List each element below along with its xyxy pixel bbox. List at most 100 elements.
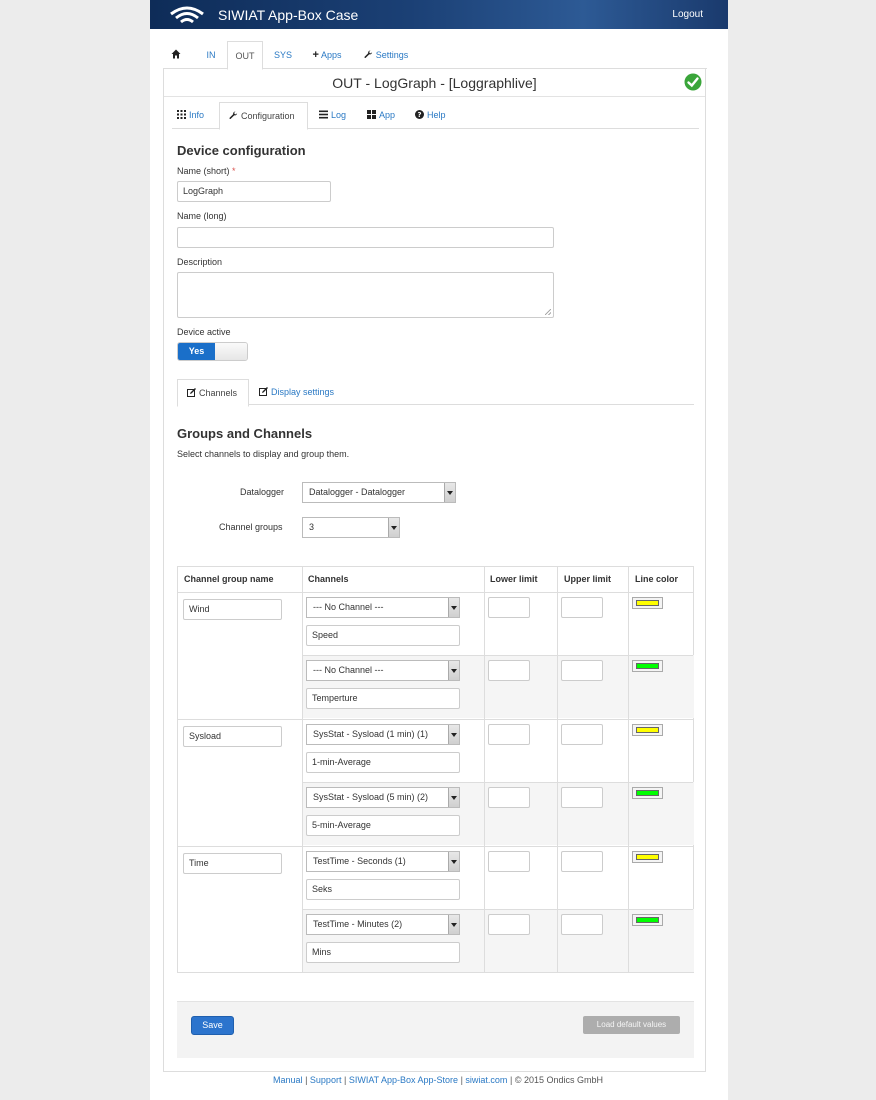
th-large-icon (367, 110, 376, 119)
tab-home[interactable] (163, 41, 189, 69)
footer-link-siwiat[interactable]: siwiat.com (465, 1075, 507, 1085)
lower-limit-input[interactable] (488, 914, 530, 935)
description-textarea[interactable] (177, 272, 554, 318)
channel-label-input[interactable]: Temperture (306, 688, 460, 709)
footer-link-app-store[interactable]: SIWIAT App-Box App-Store (349, 1075, 458, 1085)
lower-limit-input[interactable] (488, 660, 530, 681)
tab-apps[interactable]: + Apps (305, 41, 349, 69)
name-long-input[interactable] (177, 227, 554, 248)
channel-groups-label: Channel groups (219, 522, 283, 532)
question-circle-icon: ? (415, 110, 424, 119)
col-header-group-name: Channel group name (184, 574, 274, 584)
upper-limit-input[interactable] (561, 787, 603, 808)
lower-limit-input[interactable] (488, 597, 530, 618)
wifi-logo-icon (170, 6, 204, 24)
channel-select[interactable]: --- No Channel --- (306, 660, 460, 681)
line-color-picker[interactable] (632, 787, 663, 799)
tab-info[interactable]: Info (177, 102, 221, 129)
line-color-picker[interactable] (632, 660, 663, 672)
color-swatch-fill (636, 727, 659, 733)
group-name-input[interactable]: Wind (183, 599, 282, 620)
channel-label-input[interactable]: Seks (306, 879, 460, 900)
dropdown-arrow-icon (448, 788, 459, 807)
channel-select[interactable]: TestTime - Seconds (1) (306, 851, 460, 872)
tab-app[interactable]: App (367, 102, 403, 129)
line-color-picker[interactable] (632, 851, 663, 863)
panel-title-text: OUT - LogGraph - [Loggraphlive] (332, 75, 537, 91)
line-color-picker[interactable] (632, 724, 663, 736)
datalogger-select[interactable]: Datalogger - Datalogger (302, 482, 456, 503)
col-header-upper-limit: Upper limit (564, 574, 612, 584)
row-divider (303, 782, 693, 783)
color-swatch-fill (636, 790, 659, 796)
top-nav-tabs: IN OUT SYS + Apps Settings (163, 41, 707, 70)
lower-limit-input[interactable] (488, 787, 530, 808)
load-default-values-button[interactable]: Load default values (583, 1016, 680, 1034)
channel-groups-select[interactable]: 3 (302, 517, 400, 538)
channel-label-input[interactable]: 5-min-Average (306, 815, 460, 836)
row-divider (303, 909, 693, 910)
tab-display-settings[interactable]: Display settings (259, 379, 351, 406)
page-footer: Manual | Support | SIWIAT App-Box App-St… (0, 1075, 876, 1085)
dropdown-arrow-icon (444, 483, 455, 502)
channel-label-input[interactable]: Mins (306, 942, 460, 963)
footer-separator: | (305, 1075, 308, 1085)
check-circle-icon (684, 73, 702, 91)
logout-link[interactable]: Logout (672, 9, 703, 20)
channel-select[interactable]: --- No Channel --- (306, 597, 460, 618)
tab-help[interactable]: ? Help (415, 102, 455, 129)
panel-title: OUT - LogGraph - [Loggraphlive] (164, 69, 705, 97)
channel-select-value: TestTime - Minutes (2) (313, 919, 403, 929)
color-swatch-fill (636, 663, 659, 669)
channel-select[interactable]: SysStat - Sysload (5 min) (2) (306, 787, 460, 808)
device-active-toggle[interactable]: Yes (177, 342, 248, 361)
upper-limit-input[interactable] (561, 660, 603, 681)
tab-sys[interactable]: SYS (266, 41, 300, 69)
line-color-picker[interactable] (632, 597, 663, 609)
upper-limit-input[interactable] (561, 851, 603, 872)
edit-icon (187, 388, 196, 397)
channel-select[interactable]: SysStat - Sysload (1 min) (1) (306, 724, 460, 745)
tab-channels[interactable]: Channels (177, 379, 249, 407)
channel-label-input[interactable]: Speed (306, 625, 460, 646)
toggle-yes-label: Yes (178, 343, 215, 360)
home-icon (171, 49, 181, 59)
channel-label-input[interactable]: 1-min-Average (306, 752, 460, 773)
group-name-input[interactable]: Sysload (183, 726, 282, 747)
tab-log[interactable]: Log (319, 102, 355, 129)
tab-configuration[interactable]: Configuration (219, 102, 308, 130)
channel-settings-tabs: Channels Display settings (177, 379, 694, 407)
required-marker: * (232, 166, 236, 176)
tab-in[interactable]: IN (195, 41, 227, 69)
edit-icon (259, 387, 268, 396)
upper-limit-input[interactable] (561, 724, 603, 745)
resize-grip-icon[interactable] (545, 309, 551, 315)
save-button[interactable]: Save (191, 1016, 234, 1035)
group-name-input[interactable]: Time (183, 853, 282, 874)
lower-limit-input[interactable] (488, 724, 530, 745)
channel-select-value: --- No Channel --- (313, 665, 384, 675)
line-color-picker[interactable] (632, 914, 663, 926)
name-short-label: Name (short) * (177, 166, 236, 176)
lower-limit-input[interactable] (488, 851, 530, 872)
name-short-input[interactable]: LogGraph (177, 181, 331, 202)
row-divider (178, 592, 693, 593)
upper-limit-input[interactable] (561, 914, 603, 935)
footer-link-support[interactable]: Support (310, 1075, 342, 1085)
wrench-icon (229, 111, 238, 119)
upper-limit-input[interactable] (561, 597, 603, 618)
toggle-knob (215, 343, 247, 360)
footer-link-manual[interactable]: Manual (273, 1075, 303, 1085)
name-short-label-text: Name (short) (177, 166, 230, 176)
device-sub-tabs: Info Configuration Log App ? Help (172, 102, 699, 130)
tab-out[interactable]: OUT (227, 41, 263, 70)
channel-table: Channel group name Channels Lower limit … (177, 566, 694, 973)
name-long-label: Name (long) (177, 211, 227, 221)
channel-select[interactable]: TestTime - Minutes (2) (306, 914, 460, 935)
tab-settings-label: Settings (375, 50, 409, 60)
row-divider (178, 846, 693, 847)
plus-icon: + (312, 49, 319, 61)
col-header-line-color: Line color (635, 574, 679, 584)
wrench-icon (364, 50, 372, 58)
tab-settings[interactable]: Settings (358, 41, 414, 69)
